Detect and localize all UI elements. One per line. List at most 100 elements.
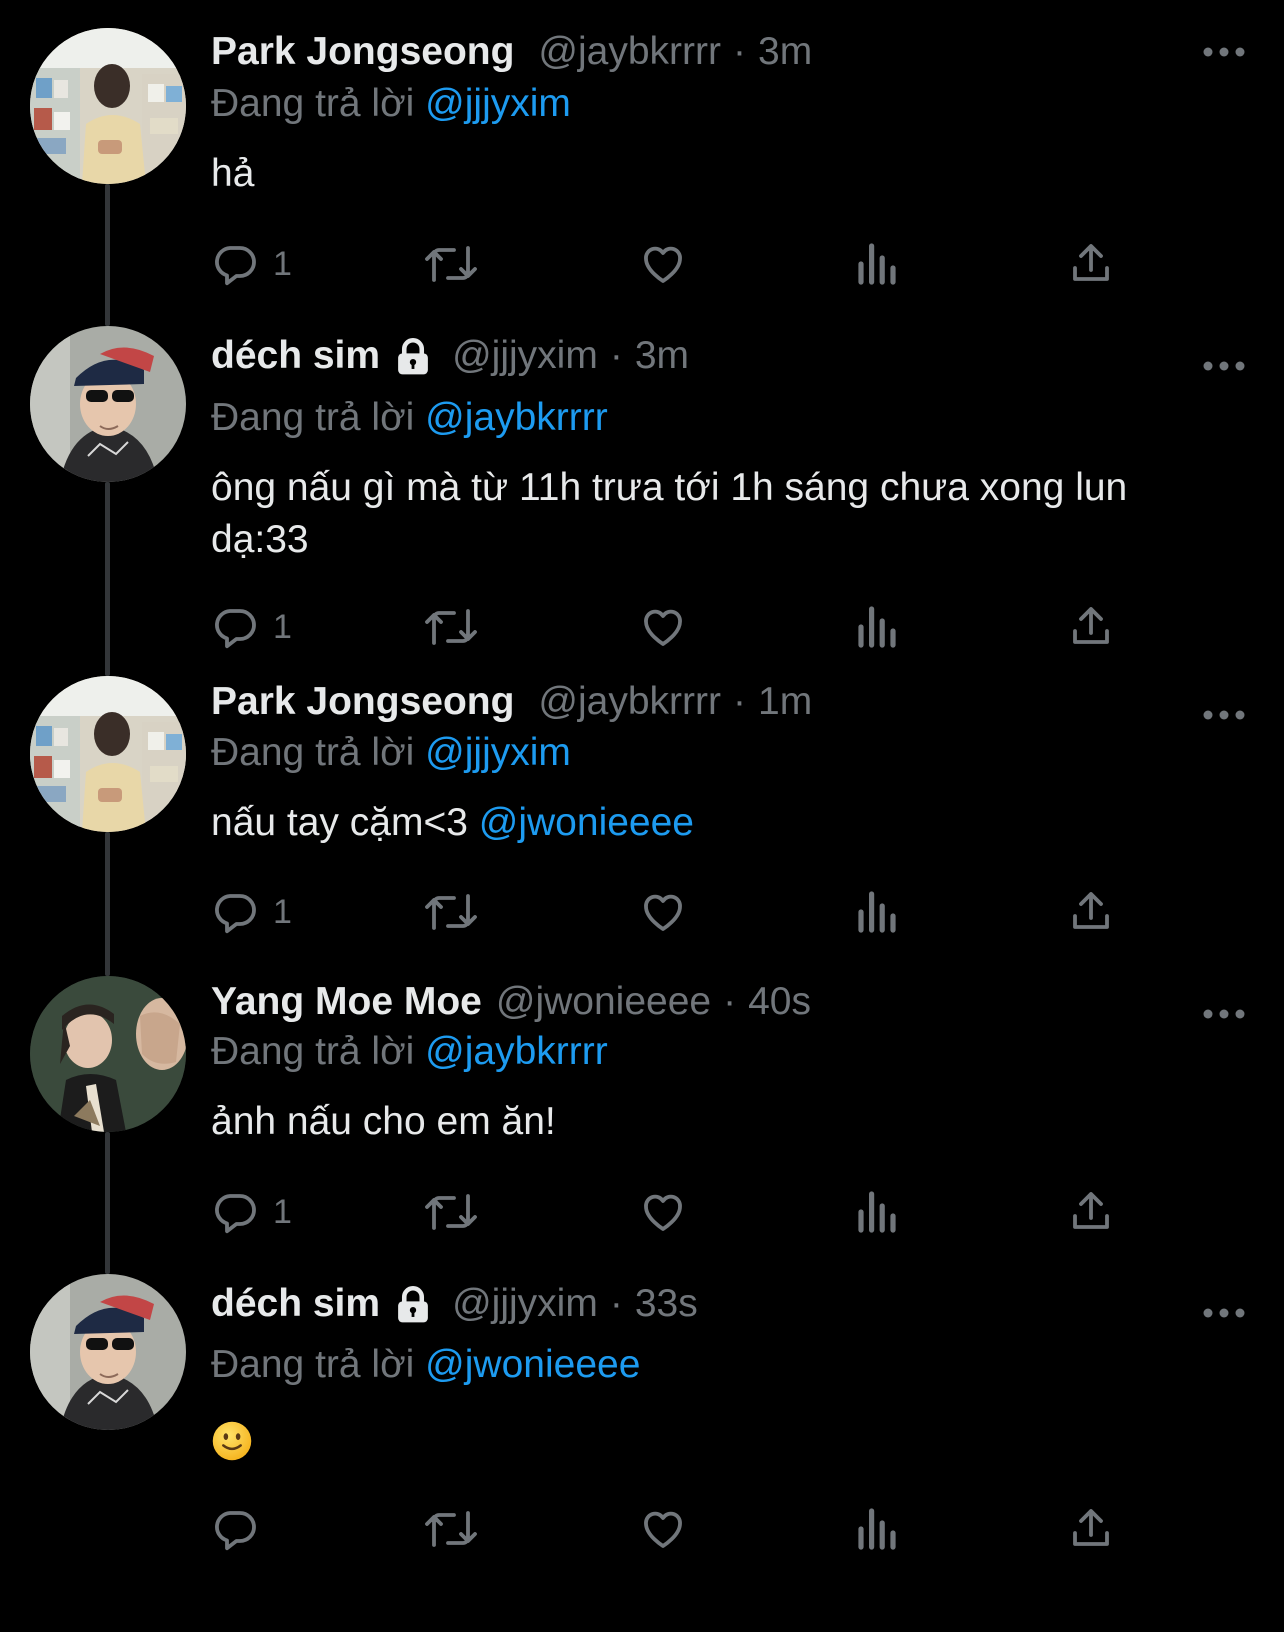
share-button[interactable]: [1067, 1185, 1115, 1239]
more-icon[interactable]: [1202, 42, 1246, 62]
retweet-icon: [425, 894, 477, 930]
replying-to-label: Đang trả lời: [211, 82, 415, 125]
replying-to-line: Đang trả lời @jaybkrrrr: [211, 396, 608, 440]
user-handle[interactable]: @jaybkrrrr: [538, 680, 721, 724]
display-name[interactable]: Park Jongseong: [211, 30, 514, 74]
more-icon[interactable]: [1202, 1303, 1246, 1323]
views-button[interactable]: [853, 1185, 901, 1239]
timestamp[interactable]: 40s: [748, 980, 811, 1024]
avatar[interactable]: [30, 1274, 186, 1430]
tweet-actions: 1: [211, 237, 1211, 291]
user-handle[interactable]: @jaybkrrrr: [538, 30, 721, 74]
heart-icon: [644, 1511, 682, 1548]
share-button[interactable]: [1067, 237, 1115, 291]
more-icon[interactable]: [1202, 1004, 1246, 1024]
replying-to-mention[interactable]: @jaybkrrrr: [425, 1030, 608, 1073]
share-icon: [1073, 607, 1109, 644]
reply-button[interactable]: 1: [211, 885, 292, 939]
replying-to-label: Đang trả lời: [211, 731, 415, 774]
reply-button[interactable]: 1: [211, 1185, 292, 1239]
replying-to-mention[interactable]: @jaybkrrrr: [425, 396, 608, 439]
reply-button[interactable]: 1: [211, 600, 292, 654]
views-icon: [858, 1191, 896, 1233]
thread-connector: [105, 482, 110, 676]
replying-to-label: Đang trả lời: [211, 1343, 415, 1386]
tweet-header: Park Jongseong @jaybkrrrr · 3m: [211, 26, 812, 78]
retweet-button[interactable]: [424, 885, 478, 939]
share-icon: [1073, 244, 1109, 281]
separator-dot: ·: [723, 980, 737, 1023]
views-button[interactable]: [853, 1502, 901, 1556]
views-button[interactable]: [853, 885, 901, 939]
replying-to-mention[interactable]: @jwonieeee: [425, 1343, 640, 1386]
tweet-text-body: ông nấu gì mà từ 11h trưa tới 1h sáng ch…: [211, 466, 1128, 561]
display-name[interactable]: Yang Moe Moe: [211, 980, 482, 1024]
reply-count: 1: [273, 607, 292, 646]
like-button[interactable]: [639, 1185, 687, 1239]
share-icon: [1073, 1192, 1109, 1229]
user-handle[interactable]: @jwonieeee: [496, 980, 711, 1024]
views-button[interactable]: [853, 600, 901, 654]
tweet-text-body: nấu tay cặm<3: [211, 801, 468, 844]
lock-icon: [398, 1285, 428, 1323]
separator-dot: ·: [609, 1282, 623, 1325]
thread-connector: [105, 1132, 110, 1274]
tweet-actions: 1: [211, 600, 1211, 654]
timestamp[interactable]: 3m: [635, 334, 689, 378]
reply-button[interactable]: 1: [211, 237, 292, 291]
reply-icon: [215, 609, 256, 649]
mention-link[interactable]: @jwonieeee: [479, 801, 694, 844]
like-button[interactable]: [639, 885, 687, 939]
user-handle[interactable]: @jjjyxim: [452, 1282, 598, 1326]
share-icon: [1073, 892, 1109, 929]
more-icon[interactable]: [1202, 356, 1246, 376]
replying-to-line: Đang trả lời @jjjyxim: [211, 731, 571, 775]
display-name[interactable]: déch sim: [211, 334, 380, 378]
reply-icon: [215, 1194, 256, 1234]
retweet-button[interactable]: [424, 1185, 478, 1239]
replying-to-mention[interactable]: @jjjyxim: [425, 82, 571, 125]
replying-to-label: Đang trả lời: [211, 396, 415, 439]
thread-connector: [105, 184, 110, 326]
views-icon: [858, 243, 896, 285]
retweet-button[interactable]: [424, 600, 478, 654]
avatar[interactable]: [30, 326, 186, 482]
like-button[interactable]: [639, 237, 687, 291]
heart-icon: [644, 894, 682, 931]
timestamp[interactable]: 3m: [758, 30, 812, 74]
retweet-button[interactable]: [424, 237, 478, 291]
views-button[interactable]: [853, 237, 901, 291]
tweet-header: Yang Moe Moe @jwonieeee · 40s: [211, 976, 811, 1028]
display-name[interactable]: Park Jongseong: [211, 680, 514, 724]
views-icon: [858, 606, 896, 648]
share-button[interactable]: [1067, 600, 1115, 654]
avatar[interactable]: [30, 28, 186, 184]
slightly-smiling-face-icon: [212, 1421, 252, 1460]
tweet-text-body: ảnh nấu cho em ăn!: [211, 1100, 556, 1143]
share-button[interactable]: [1067, 1502, 1115, 1556]
retweet-icon: [425, 1511, 477, 1547]
replying-to-mention[interactable]: @jjjyxim: [425, 731, 571, 774]
views-icon: [858, 1508, 896, 1550]
display-name[interactable]: déch sim: [211, 1282, 380, 1326]
retweet-button[interactable]: [424, 1502, 478, 1556]
separator-dot: ·: [733, 680, 747, 723]
retweet-icon: [425, 609, 477, 645]
timestamp[interactable]: 1m: [758, 680, 812, 724]
avatar[interactable]: [30, 976, 186, 1132]
timestamp[interactable]: 33s: [635, 1282, 698, 1326]
heart-icon: [644, 1194, 682, 1231]
share-icon: [1073, 1509, 1109, 1546]
like-button[interactable]: [639, 1502, 687, 1556]
reply-button[interactable]: [211, 1502, 273, 1556]
avatar[interactable]: [30, 676, 186, 832]
replying-to-line: Đang trả lời @jaybkrrrr: [211, 1030, 608, 1074]
like-button[interactable]: [639, 600, 687, 654]
lock-icon: [398, 337, 428, 375]
separator-dot: ·: [733, 30, 747, 73]
share-button[interactable]: [1067, 885, 1115, 939]
user-handle[interactable]: @jjjyxim: [452, 334, 598, 378]
tweet-header: déch sim @jjjyxim · 3m: [211, 330, 689, 382]
tweet-text: nấu tay cặm<3 @jwonieeee: [211, 797, 1231, 849]
more-icon[interactable]: [1202, 705, 1246, 725]
